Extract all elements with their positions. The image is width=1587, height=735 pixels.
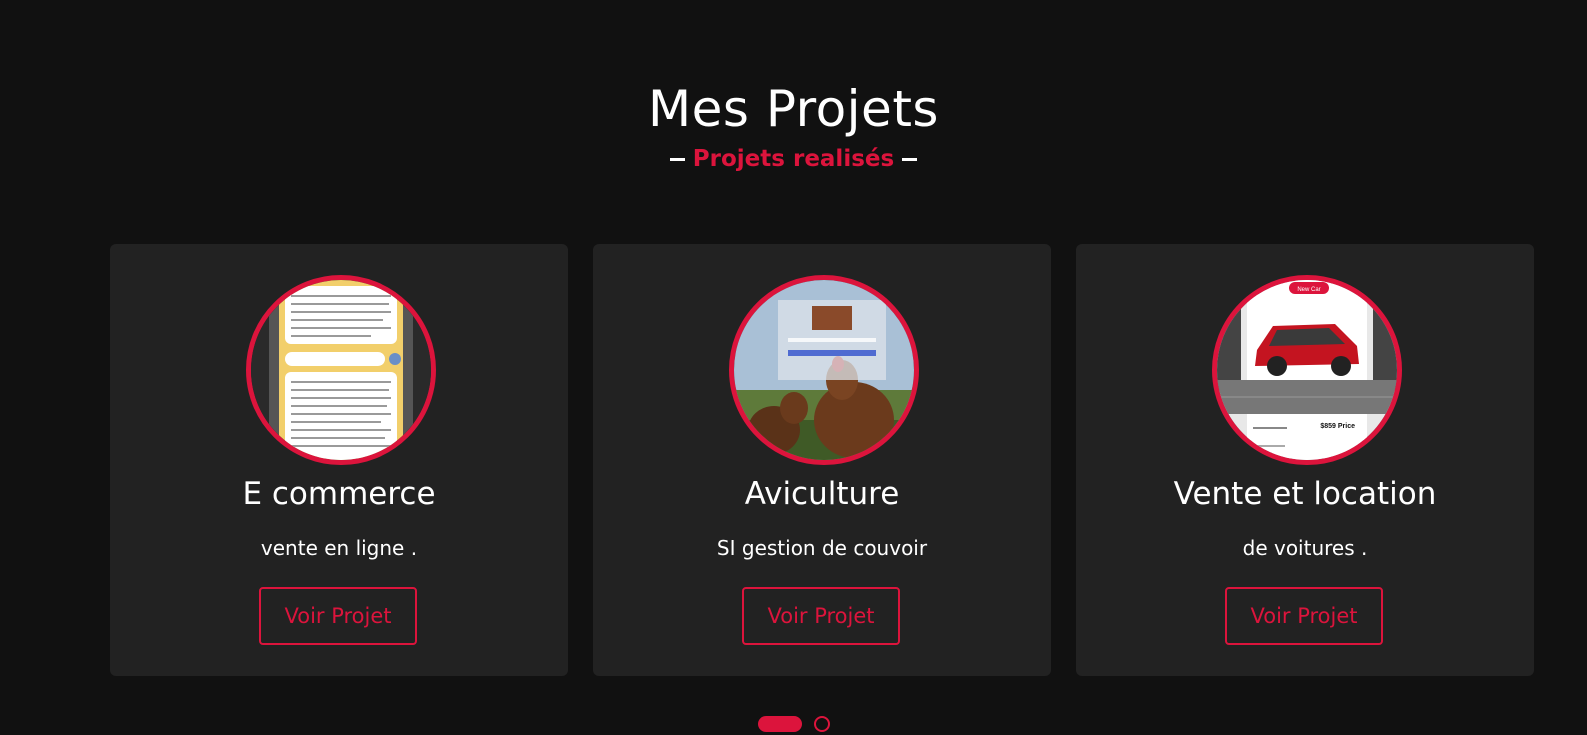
- car-price-text: $859 Price: [1320, 423, 1355, 430]
- project-image-aviculture: [729, 275, 919, 465]
- project-card-aviculture: Aviculture SI gestion de couvoir Voir Pr…: [593, 244, 1051, 676]
- pagination-dot[interactable]: [813, 716, 830, 732]
- view-project-button-ecommerce[interactable]: Voir Projet: [259, 587, 417, 645]
- projects-carousel: E commerce vente en ligne . Voir Projet: [110, 244, 1534, 676]
- project-title-aviculture: Aviculture: [744, 476, 900, 512]
- section-subtitle-row: Projets realisés: [0, 146, 1587, 172]
- project-image-cars: New Car $859 Price: [1212, 275, 1402, 465]
- view-project-button-aviculture[interactable]: Voir Projet: [742, 587, 900, 645]
- section-subtitle: Projets realisés: [692, 146, 895, 172]
- project-description-aviculture: SI gestion de couvoir: [716, 536, 928, 560]
- project-description-cars: de voitures .: [1242, 536, 1368, 560]
- project-card-ecommerce: E commerce vente en ligne . Voir Projet: [110, 244, 568, 676]
- car-badge-text: New Car: [1297, 287, 1320, 293]
- project-title-ecommerce: E commerce: [242, 476, 436, 512]
- project-card-cars: New Car $859 Price Vente et location de …: [1076, 244, 1534, 676]
- project-description-ecommerce: vente en ligne .: [260, 536, 418, 560]
- subtitle-dash-right: [902, 157, 918, 161]
- projects-section: Mes Projets Projets realisés E commerce …: [0, 0, 1587, 735]
- carousel-pagination: [0, 716, 1587, 732]
- project-image-ecommerce: [246, 275, 436, 465]
- subtitle-dash-left: [669, 157, 685, 161]
- project-title-cars: Vente et location: [1173, 476, 1437, 512]
- pagination-dot-active[interactable]: [757, 716, 802, 732]
- section-title: Mes Projets: [648, 80, 939, 138]
- view-project-button-cars[interactable]: Voir Projet: [1225, 587, 1383, 645]
